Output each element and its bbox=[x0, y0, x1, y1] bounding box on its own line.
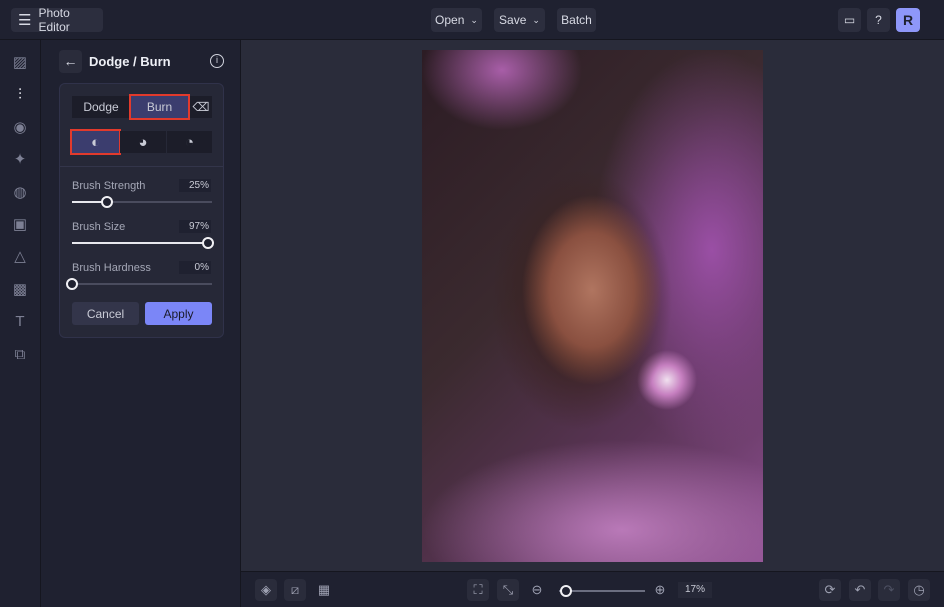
brush-hardness-value[interactable]: 0% bbox=[179, 261, 211, 274]
help-icon[interactable]: ? bbox=[867, 8, 890, 32]
overlay-icon[interactable]: ⧉ bbox=[11, 346, 29, 364]
save-button[interactable]: Save ⌄ bbox=[494, 8, 545, 32]
brush-hardness-slider[interactable] bbox=[66, 278, 212, 290]
zoom-slider-handle[interactable] bbox=[559, 585, 572, 597]
slider-handle[interactable] bbox=[101, 196, 113, 208]
frame-icon[interactable]: ▣ bbox=[11, 216, 29, 234]
avatar[interactable]: R bbox=[896, 8, 920, 32]
top-bar: ☰ Photo Editor Open ⌄ Save ⌄ Batch ▭ ? R bbox=[0, 0, 944, 40]
undo-icon[interactable]: ↶ bbox=[849, 579, 871, 601]
cancel-button[interactable]: Cancel bbox=[72, 302, 139, 325]
back-arrow-icon[interactable]: ← bbox=[59, 50, 82, 73]
brush-size-value[interactable]: 97% bbox=[179, 220, 211, 233]
divider bbox=[60, 166, 223, 167]
zoom-out-icon[interactable]: ⊖ bbox=[526, 579, 548, 601]
brush-settings-card: Dodge Burn ⌫ ◐ ◕ ◔ Brush Strength 25% Br… bbox=[59, 83, 224, 338]
save-label: Save bbox=[499, 13, 527, 27]
open-button[interactable]: Open ⌄ bbox=[431, 8, 482, 32]
comment-icon[interactable]: ▭ bbox=[838, 8, 861, 32]
highlights-range-button[interactable]: ◔ bbox=[167, 131, 212, 153]
shadows-range-button[interactable]: ◐ bbox=[70, 129, 121, 155]
tab-dodge[interactable]: Dodge bbox=[72, 96, 130, 118]
batch-button[interactable]: Batch bbox=[557, 8, 596, 32]
dodge-burn-panel: ← Dodge / Burn i Dodge Burn ⌫ ◐ ◕ ◔ Brus… bbox=[41, 40, 241, 607]
highlights-icon: ◔ bbox=[184, 133, 195, 151]
midtones-icon: ◕ bbox=[138, 133, 148, 151]
panel-title: Dodge / Burn bbox=[89, 54, 171, 69]
brush-strength-value[interactable]: 25% bbox=[179, 179, 211, 192]
tool-rail: ▨ ⫶ ◉ ✦ ◍ ▣ △ ▩ T ⧉ bbox=[0, 40, 41, 607]
open-label: Open bbox=[435, 13, 465, 27]
app-title: Photo Editor bbox=[38, 6, 70, 34]
slider-handle[interactable] bbox=[201, 237, 214, 249]
grid-icon[interactable]: ▦ bbox=[313, 579, 335, 601]
chevron-down-icon: ⌄ bbox=[532, 14, 540, 25]
zoom-slider[interactable] bbox=[559, 585, 645, 597]
refresh-icon[interactable]: ⟳ bbox=[819, 579, 841, 601]
image-icon[interactable]: ▨ bbox=[11, 54, 29, 72]
hamburger-icon: ☰ bbox=[18, 12, 32, 29]
eye-icon[interactable]: ◉ bbox=[11, 119, 29, 137]
apply-button[interactable]: Apply bbox=[145, 302, 212, 325]
texture-icon[interactable]: ▩ bbox=[11, 281, 29, 299]
fit-screen-icon[interactable]: ⛶ bbox=[467, 579, 489, 601]
bottom-toolbar: ◈ ⧄ ▦ ⛶ ⤡ ⊖ ⊕ 17% ⟳ ↶ ↷ ◷ bbox=[241, 571, 944, 607]
zoom-value[interactable]: 17% bbox=[678, 582, 712, 598]
sparkle-icon[interactable]: ✦ bbox=[11, 151, 29, 169]
shapes-icon[interactable]: △ bbox=[11, 248, 29, 266]
crop-icon[interactable]: ⧄ bbox=[284, 579, 306, 601]
layers-icon[interactable]: ◈ bbox=[255, 579, 277, 601]
info-icon[interactable]: i bbox=[210, 54, 224, 68]
eraser-icon[interactable]: ⌫ bbox=[190, 96, 212, 118]
tab-burn[interactable]: Burn bbox=[129, 94, 190, 120]
text-icon[interactable]: T bbox=[11, 313, 29, 331]
chevron-down-icon: ⌄ bbox=[470, 14, 478, 25]
midtones-range-button[interactable]: ◕ bbox=[120, 131, 166, 153]
slider-handle[interactable] bbox=[66, 278, 78, 290]
menu-button[interactable]: ☰ Photo Editor bbox=[11, 6, 103, 34]
palette-icon[interactable]: ◍ bbox=[11, 184, 29, 202]
redo-icon[interactable]: ↷ bbox=[878, 579, 900, 601]
brush-strength-label: Brush Strength bbox=[72, 180, 146, 192]
history-icon[interactable]: ◷ bbox=[908, 579, 930, 601]
brush-size-slider[interactable] bbox=[72, 237, 214, 249]
slider-fill bbox=[72, 242, 208, 244]
shadows-icon: ◐ bbox=[90, 133, 101, 151]
brush-hardness-label: Brush Hardness bbox=[72, 262, 151, 274]
brush-strength-slider[interactable] bbox=[72, 196, 212, 208]
actual-size-icon[interactable]: ⤡ bbox=[497, 579, 519, 601]
photo-canvas[interactable] bbox=[422, 50, 763, 562]
brush-size-label: Brush Size bbox=[72, 221, 126, 233]
adjust-icon[interactable]: ⫶ bbox=[11, 86, 29, 104]
zoom-in-icon[interactable]: ⊕ bbox=[649, 579, 671, 601]
